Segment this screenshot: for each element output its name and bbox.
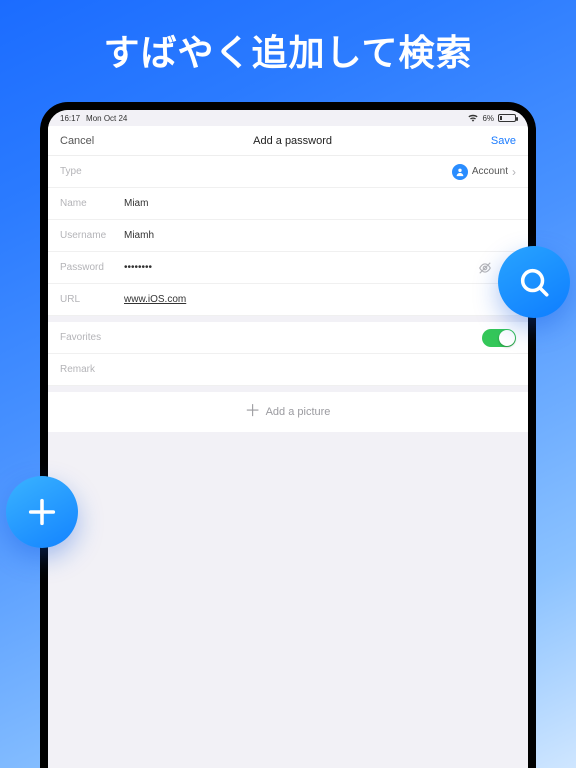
row-type[interactable]: Type Account ›: [48, 156, 528, 188]
account-icon: [452, 164, 468, 180]
battery-percent: 6%: [482, 114, 494, 123]
nav-bar: Cancel Add a password Save: [48, 126, 528, 156]
username-field[interactable]: Miamh: [124, 230, 516, 241]
url-field[interactable]: www.iOS.com: [124, 294, 516, 305]
label-name: Name: [60, 198, 124, 209]
plus-icon: ＋: [246, 405, 260, 419]
search-icon: [517, 265, 551, 299]
value-type: Account: [472, 166, 508, 177]
status-bar: 16:17 Mon Oct 24 6%: [48, 110, 528, 126]
add-badge: [6, 476, 78, 548]
plus-icon: [25, 495, 59, 529]
label-password: Password: [60, 262, 124, 273]
row-favorites: Favorites: [48, 322, 528, 354]
row-remark[interactable]: Remark: [48, 354, 528, 386]
row-password[interactable]: Password ••••••••: [48, 252, 528, 284]
password-field[interactable]: ••••••••: [124, 262, 478, 273]
row-username[interactable]: Username Miamh: [48, 220, 528, 252]
label-favorites: Favorites: [60, 332, 124, 343]
wifi-icon: [468, 114, 478, 122]
cancel-button[interactable]: Cancel: [60, 135, 94, 147]
label-url: URL: [60, 294, 124, 305]
row-url[interactable]: URL www.iOS.com: [48, 284, 528, 316]
row-name[interactable]: Name Miam: [48, 188, 528, 220]
status-time: 16:17: [60, 114, 80, 123]
battery-icon: [498, 114, 516, 122]
promo-background: すばやく追加して検索 16:17 Mon Oct 24 6% Can: [0, 0, 576, 768]
name-field[interactable]: Miam: [124, 198, 516, 209]
favorites-toggle[interactable]: [482, 329, 516, 347]
tablet-frame: 16:17 Mon Oct 24 6% Cancel Add a passwor…: [40, 102, 536, 768]
search-badge: [498, 246, 570, 318]
add-picture-label: Add a picture: [266, 406, 331, 418]
headline: すばやく追加して検索: [0, 24, 576, 76]
eye-off-icon[interactable]: [478, 261, 492, 275]
form: Type Account › Name Miam Username M: [48, 156, 528, 316]
label-remark: Remark: [60, 364, 124, 375]
save-button[interactable]: Save: [491, 135, 516, 147]
label-type: Type: [60, 166, 124, 177]
status-date: Mon Oct 24: [86, 114, 127, 123]
add-picture-button[interactable]: ＋ Add a picture: [48, 392, 528, 432]
label-username: Username: [60, 230, 124, 241]
page-title: Add a password: [253, 135, 332, 147]
chevron-right-icon: ›: [512, 165, 516, 179]
tablet-screen: 16:17 Mon Oct 24 6% Cancel Add a passwor…: [48, 110, 528, 768]
